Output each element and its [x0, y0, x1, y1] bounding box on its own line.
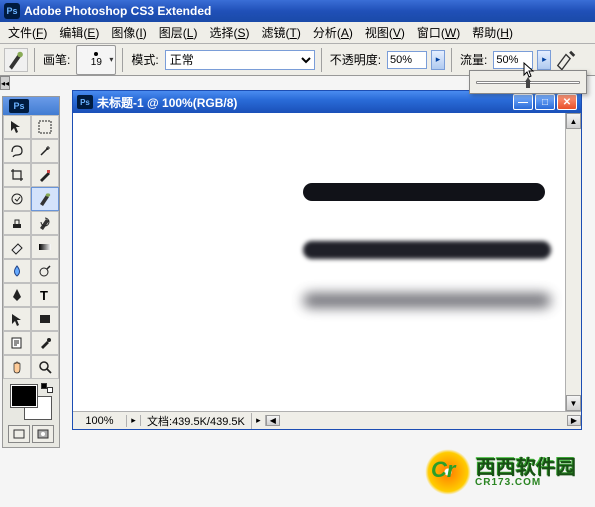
watermark: 西西软件园 CR173.COM	[425, 447, 585, 497]
scroll-up-arrow-icon[interactable]: ▲	[566, 113, 581, 129]
eyedropper-tool[interactable]	[31, 331, 59, 355]
type-tool[interactable]: T	[31, 283, 59, 307]
brush-dot-icon	[94, 52, 98, 56]
document-titlebar[interactable]: Ps 未标题-1 @ 100%(RGB/8) — □ ✕	[73, 91, 581, 113]
separator	[122, 48, 123, 72]
healing-brush-tool[interactable]	[3, 187, 31, 211]
app-title: Adobe Photoshop CS3 Extended	[24, 4, 211, 18]
notes-tool[interactable]	[3, 331, 31, 355]
canvas[interactable]	[73, 113, 565, 411]
foreground-color-swatch[interactable]	[11, 385, 37, 407]
clone-stamp-tool[interactable]	[3, 211, 31, 235]
zoom-level[interactable]: 100%	[73, 415, 127, 427]
brush-preset-picker[interactable]: 19 ▾	[76, 45, 116, 75]
scroll-left-arrow-icon[interactable]: ◀	[266, 415, 280, 426]
eraser-tool[interactable]	[3, 235, 31, 259]
crop-tool[interactable]	[3, 163, 31, 187]
blur-tool[interactable]	[3, 259, 31, 283]
magic-wand-tool[interactable]	[31, 139, 59, 163]
menu-help[interactable]: 帮助(H)	[466, 22, 519, 43]
menu-layer[interactable]: 图层(L)	[153, 22, 204, 43]
standard-mode-button[interactable]	[8, 425, 30, 443]
menu-image[interactable]: 图像(I)	[105, 22, 152, 43]
app-titlebar: Ps Adobe Photoshop CS3 Extended	[0, 0, 595, 22]
hand-tool[interactable]	[3, 355, 31, 379]
flow-label: 流量:	[458, 51, 489, 68]
maximize-button[interactable]: □	[535, 94, 555, 110]
scroll-right-arrow-icon[interactable]: ▶	[567, 415, 581, 426]
menu-window[interactable]: 窗口(W)	[411, 22, 466, 43]
flow-slider[interactable]	[476, 81, 580, 84]
dodge-tool[interactable]	[31, 259, 59, 283]
file-info-label: 文档:	[147, 416, 172, 428]
default-colors-icon[interactable]	[41, 383, 53, 393]
scrollbar-track[interactable]	[280, 415, 567, 426]
menubar: 文件(F) 编辑(E) 图像(I) 图层(L) 选择(S) 滤镜(T) 分析(A…	[0, 22, 595, 44]
brush-stroke	[303, 293, 551, 308]
separator	[451, 48, 452, 72]
separator	[34, 48, 35, 72]
marquee-tool[interactable]	[31, 115, 59, 139]
tool-palette: Ps T	[2, 96, 60, 448]
zoom-tool[interactable]	[31, 355, 59, 379]
brush-label: 画笔:	[41, 51, 72, 68]
ps-icon: Ps	[77, 95, 93, 109]
lasso-tool[interactable]	[3, 139, 31, 163]
chevron-down-icon: ▾	[109, 56, 113, 64]
slice-tool[interactable]	[31, 163, 59, 187]
gradient-tool[interactable]	[31, 235, 59, 259]
menu-filter[interactable]: 滤镜(T)	[255, 22, 306, 43]
blend-mode-select[interactable]: 正常	[165, 50, 315, 70]
opacity-dropdown-button[interactable]: ▸	[431, 50, 445, 70]
status-bar: 100% ▸ 文档:439.5K/439.5K ▸ ◀ ▶	[73, 411, 581, 429]
brush-stroke	[303, 183, 545, 201]
collapsed-panel-tab[interactable]: ◂◂	[0, 76, 10, 90]
opacity-input[interactable]	[387, 51, 427, 69]
ps-icon: Ps	[9, 99, 29, 113]
separator	[321, 48, 322, 72]
menu-edit[interactable]: 编辑(E)	[53, 22, 105, 43]
app-icon: Ps	[4, 3, 20, 19]
watermark-subtext: CR173.COM	[475, 477, 575, 488]
watermark-logo-icon	[425, 449, 471, 495]
airbrush-toggle-icon[interactable]	[555, 49, 577, 71]
brush-tool[interactable]	[31, 187, 59, 211]
brush-size-value: 19	[91, 58, 102, 68]
move-tool[interactable]	[3, 115, 31, 139]
history-brush-tool[interactable]	[31, 211, 59, 235]
brush-stroke	[303, 241, 551, 259]
scroll-down-arrow-icon[interactable]: ▼	[566, 395, 581, 411]
path-select-tool[interactable]	[3, 307, 31, 331]
menu-view[interactable]: 视图(V)	[359, 22, 411, 43]
menu-select[interactable]: 选择(S)	[203, 22, 255, 43]
close-button[interactable]: ✕	[557, 94, 577, 110]
horizontal-scrollbar[interactable]: ◀ ▶	[266, 415, 581, 426]
shape-tool[interactable]	[31, 307, 59, 331]
cursor-icon	[523, 62, 535, 80]
document-window: Ps 未标题-1 @ 100%(RGB/8) — □ ✕ ▲ ▼ 100% ▸ …	[72, 90, 582, 430]
document-title: 未标题-1 @ 100%(RGB/8)	[97, 94, 513, 111]
watermark-text: 西西软件园	[475, 457, 575, 477]
minimize-button[interactable]: —	[513, 94, 533, 110]
color-swatch-area	[3, 379, 59, 447]
vertical-scrollbar[interactable]: ▲ ▼	[565, 113, 581, 411]
pen-tool[interactable]	[3, 283, 31, 307]
file-info[interactable]: 文档:439.5K/439.5K	[141, 413, 252, 429]
zoom-menu-arrow-icon[interactable]: ▸	[127, 415, 141, 426]
menu-file[interactable]: 文件(F)	[2, 22, 53, 43]
mode-label: 模式:	[129, 51, 160, 68]
flow-dropdown-button[interactable]: ▸	[537, 50, 551, 70]
menu-analysis[interactable]: 分析(A)	[307, 22, 359, 43]
quickmask-mode-button[interactable]	[32, 425, 54, 443]
fg-bg-swatch[interactable]	[9, 383, 53, 421]
tool-palette-header[interactable]: Ps	[3, 97, 59, 115]
info-menu-arrow-icon[interactable]: ▸	[252, 415, 266, 426]
opacity-label: 不透明度:	[328, 51, 383, 68]
active-tool-icon[interactable]	[4, 48, 28, 72]
file-info-value: 439.5K/439.5K	[172, 416, 245, 428]
svg-text:T: T	[40, 288, 48, 303]
